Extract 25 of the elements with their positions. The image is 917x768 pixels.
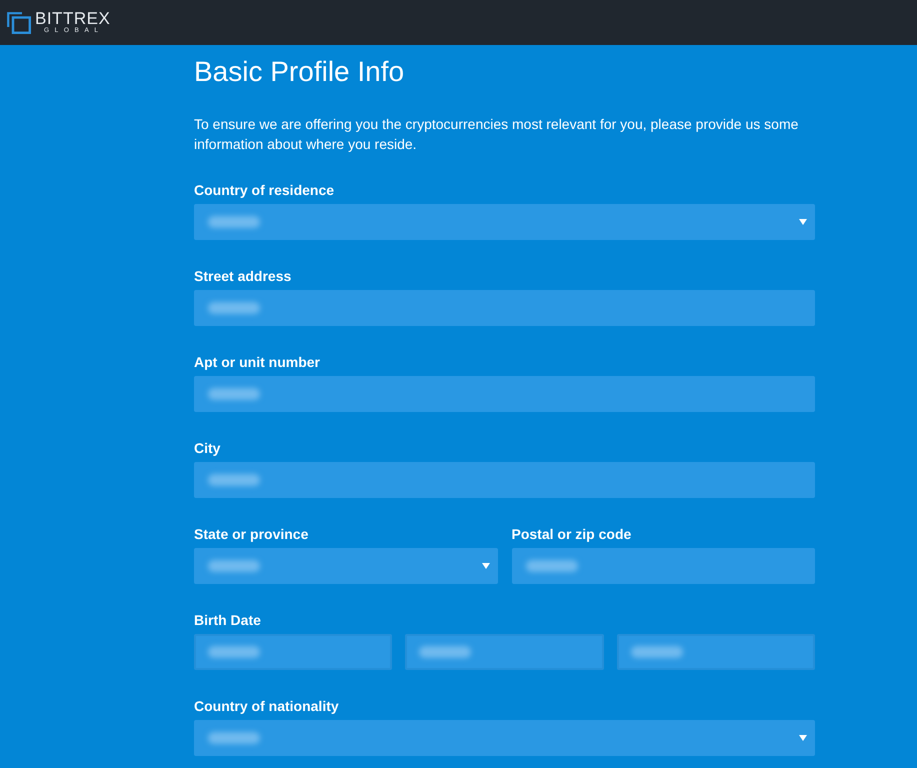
input-field[interactable] — [194, 462, 815, 498]
field-label: Street address — [194, 267, 292, 286]
date-field[interactable] — [194, 634, 392, 670]
input-field[interactable] — [512, 548, 815, 584]
date-field[interactable] — [405, 634, 604, 670]
field-label: City — [194, 439, 222, 458]
logo-name: BITTREX — [35, 10, 110, 27]
field-label: Country of residence — [194, 181, 336, 200]
page-title: Basic Profile Info — [194, 55, 406, 89]
dropdown-field[interactable] — [194, 204, 815, 240]
field-label: Postal or zip code — [512, 525, 632, 544]
caret-icon — [482, 563, 490, 569]
caret-icon — [799, 735, 807, 741]
field-label: Birth Date — [194, 611, 262, 630]
input-field[interactable] — [194, 290, 815, 326]
dropdown-field[interactable] — [194, 720, 815, 756]
field-label: Country of nationality — [194, 697, 340, 716]
caret-icon — [799, 219, 807, 225]
field-label: Apt or unit number — [194, 353, 321, 372]
date-field[interactable] — [616, 634, 815, 670]
intro-text: To ensure we are offering you the cryptocurrencies most relevant for you, please provide us some information about where you reside. — [194, 115, 800, 154]
dropdown-field[interactable] — [194, 548, 498, 584]
logo-icon[interactable] — [7, 12, 31, 34]
field-label: State or province — [194, 525, 310, 544]
input-field[interactable] — [194, 376, 815, 412]
